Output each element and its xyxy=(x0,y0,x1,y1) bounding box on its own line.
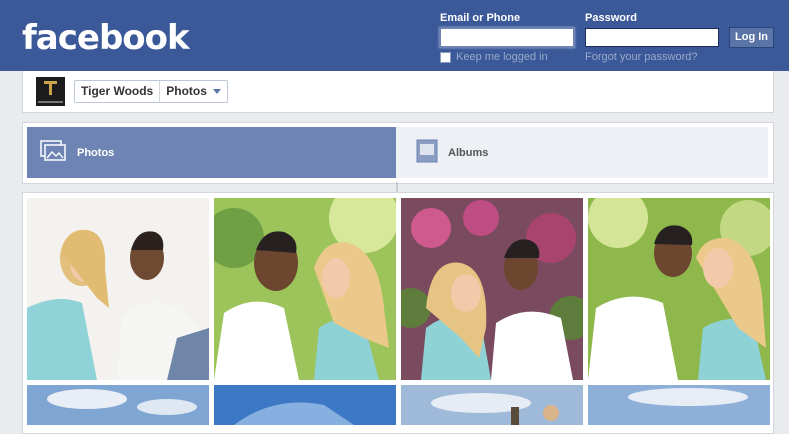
photo-thumbnail[interactable] xyxy=(588,198,770,380)
forgot-password-link[interactable]: Forgot your password? xyxy=(585,51,698,63)
photo-tabs: Photos Albums xyxy=(22,122,774,184)
password-field[interactable] xyxy=(585,28,719,47)
breadcrumb: Tiger Woods Photos xyxy=(74,80,228,103)
photo-thumbnail[interactable] xyxy=(214,198,396,380)
email-label: Email or Phone xyxy=(440,12,521,24)
keep-logged-in-row[interactable]: Keep me logged in xyxy=(440,51,548,63)
album-icon xyxy=(416,139,438,166)
tab-albums-label: Albums xyxy=(448,146,489,159)
page-header: Tiger Woods Photos xyxy=(22,71,774,113)
photos-icon xyxy=(39,139,67,166)
photo-thumbnail[interactable] xyxy=(588,385,770,425)
photo-thumbnail[interactable] xyxy=(27,385,209,425)
facebook-logo[interactable]: facebook xyxy=(22,18,190,58)
email-field[interactable] xyxy=(439,27,575,48)
tab-albums[interactable]: Albums xyxy=(396,127,768,178)
photo-thumbnail[interactable] xyxy=(401,198,583,380)
keep-logged-in-label: Keep me logged in xyxy=(456,51,548,63)
chevron-down-icon xyxy=(212,89,221,94)
breadcrumb-section-label: Photos xyxy=(166,84,207,98)
breadcrumb-section-dropdown[interactable]: Photos xyxy=(160,81,227,102)
photo-thumbnail[interactable] xyxy=(27,198,209,380)
photo-grid xyxy=(22,192,774,434)
password-label: Password xyxy=(585,12,637,24)
photo-thumbnail[interactable] xyxy=(401,385,583,425)
breadcrumb-page-name[interactable]: Tiger Woods xyxy=(75,81,161,102)
tw-logo-icon xyxy=(44,81,57,95)
tab-photos[interactable]: Photos xyxy=(27,127,396,178)
page-profile-picture[interactable] xyxy=(36,77,65,106)
tab-photos-label: Photos xyxy=(77,146,115,159)
login-button[interactable]: Log In xyxy=(729,27,774,48)
top-bar: facebook Email or Phone Password Keep me… xyxy=(0,0,789,71)
keep-logged-in-checkbox[interactable] xyxy=(440,51,451,63)
photo-thumbnail[interactable] xyxy=(214,385,396,425)
